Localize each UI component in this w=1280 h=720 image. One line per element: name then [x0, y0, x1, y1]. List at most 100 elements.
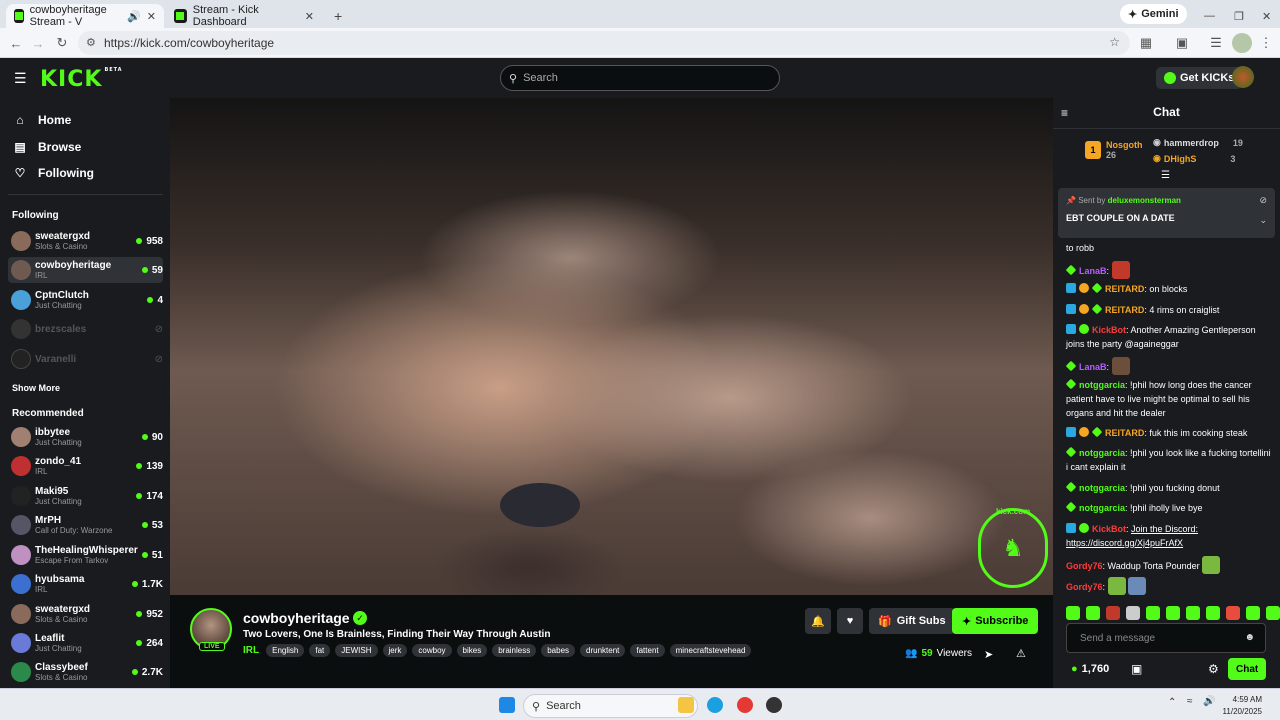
gift-subs-button[interactable]: 🎁 Gift Subs [869, 608, 955, 634]
chat-username[interactable]: LanaB [1079, 362, 1107, 372]
close-window-button[interactable]: ✕ [1254, 4, 1279, 28]
leaderboard-entry[interactable]: ◉ hammerdrop 19 [1153, 137, 1243, 148]
report-icon[interactable]: ⚠ [1016, 647, 1026, 660]
tag-chip[interactable]: jerk [382, 644, 408, 657]
chat-message-input[interactable]: Send a message ☻ [1066, 623, 1266, 653]
tag-chip[interactable]: minecraftstevehead [669, 644, 752, 657]
sidebar-channel[interactable]: Classybeef Slots & Casino 2.7K [8, 659, 163, 685]
tag-chip[interactable]: English [266, 644, 305, 657]
chat-username[interactable]: KickBot [1092, 524, 1126, 534]
bookmark-star-icon[interactable]: ☆ [1109, 35, 1120, 49]
emote-icon[interactable] [1226, 606, 1240, 620]
maximize-button[interactable]: ❐ [1226, 4, 1252, 28]
video-player[interactable]: kick.com ♞ [170, 98, 1053, 595]
chat-username[interactable]: REITARD [1105, 305, 1144, 315]
streamer-name[interactable]: cowboyheritage [243, 610, 350, 626]
channel-points[interactable]: ● 1,760 [1071, 663, 1109, 675]
hamburger-menu-icon[interactable]: ☰ [14, 70, 27, 87]
forward-icon[interactable]: → [28, 33, 48, 53]
reload-icon[interactable]: ↻ [52, 33, 72, 53]
nav-following[interactable]: ♡ Following [12, 166, 94, 180]
show-more-link[interactable]: Show More [12, 383, 60, 393]
sidebar-channel[interactable]: cowboyheritage IRL 59 [8, 257, 163, 283]
close-tab-icon[interactable]: ✕ [147, 10, 156, 23]
hide-pin-icon[interactable]: ⊘ [1259, 195, 1267, 206]
follow-heart-button[interactable]: ♥ [837, 608, 863, 634]
sidebar-channel[interactable]: sweatergxd Slots & Casino 952 [8, 601, 163, 627]
sidebar-channel[interactable]: zondo_41 IRL 139 [8, 453, 163, 479]
emoji-icon[interactable]: ☻ [1244, 632, 1255, 643]
edge-browser-icon[interactable] [707, 697, 723, 713]
taskbar-search[interactable]: ⚲ Search [523, 694, 698, 718]
sidebar-channel[interactable]: ibbytee Just Chatting 90 [8, 424, 163, 450]
category-link[interactable]: IRL [243, 645, 259, 656]
sidebar-channel[interactable]: MrPH Call of Duty: Warzone 53 [8, 512, 163, 538]
system-clock[interactable]: 4:59 AM 11/20/2025 [1222, 694, 1262, 718]
share-icon[interactable]: ➤ [984, 648, 993, 661]
sidebar-channel[interactable]: hyubsama IRL 1.7K [8, 571, 163, 597]
sidebar-channel[interactable]: brezscales ⊘ [8, 316, 163, 342]
chat-username[interactable]: REITARD [1105, 284, 1144, 294]
notification-bell-button[interactable]: 🔔 [805, 608, 831, 634]
chat-username[interactable]: Gordy76 [1066, 582, 1103, 592]
speaker-icon[interactable]: 🔊 [127, 10, 141, 23]
rewards-icon[interactable]: ▣ [1131, 662, 1142, 676]
emote-icon[interactable] [1186, 606, 1200, 620]
user-avatar[interactable] [1232, 66, 1254, 88]
chat-username[interactable]: notggarcia [1079, 380, 1125, 390]
nav-browse[interactable]: ▤ Browse [12, 140, 81, 154]
chat-username[interactable]: KickBot [1092, 325, 1126, 335]
extensions-icon[interactable]: ▦ [1136, 33, 1156, 53]
tag-chip[interactable]: bikes [456, 644, 488, 657]
app-icon[interactable] [766, 697, 782, 713]
emote-icon[interactable] [1206, 606, 1220, 620]
profile-avatar[interactable] [1232, 33, 1252, 53]
new-tab-button[interactable]: + [326, 4, 350, 28]
chevron-up-icon[interactable]: ⌃ [1168, 697, 1176, 708]
sidebar-channel[interactable]: TheHealingWhisperer Escape From Tarkov 51 [8, 542, 163, 568]
emote-icon[interactable] [1166, 606, 1180, 620]
expand-leaderboard-icon[interactable]: ☰ [1161, 170, 1170, 181]
emote-icon[interactable] [1266, 606, 1280, 620]
chevron-down-icon[interactable]: ⌄ [1259, 215, 1267, 226]
emote-icon[interactable] [1246, 606, 1260, 620]
wifi-icon[interactable]: ≈ [1187, 696, 1193, 707]
menu-icon[interactable]: ⋮ [1256, 33, 1276, 53]
sidebar-channel[interactable]: Maki95 Just Chatting 174 [8, 483, 163, 509]
tag-chip[interactable]: fat [309, 644, 331, 657]
sidebar-channel[interactable]: sweatergxd Slots & Casino 958 [8, 228, 163, 254]
windows-start-icon[interactable] [499, 697, 515, 713]
gemini-button[interactable]: ✦ Gemini [1120, 4, 1187, 24]
emote-icon[interactable] [1086, 606, 1100, 620]
nav-home[interactable]: ⌂ Home [12, 113, 71, 127]
sidebar-channel[interactable]: Varanelli ⊘ [8, 346, 163, 372]
subscribe-button[interactable]: ✦ Subscribe [952, 608, 1039, 634]
get-kicks-button[interactable]: Get KICKs [1156, 67, 1243, 89]
back-icon[interactable]: ← [6, 33, 26, 53]
site-info-icon[interactable]: ⚙ [86, 36, 96, 49]
media-icon[interactable]: ☰ [1206, 33, 1226, 53]
leaderboard-entry[interactable]: 1 Nosgoth 26 [1085, 140, 1143, 160]
url-field[interactable]: ⚙ https://kick.com/cowboyheritage ☆ [78, 31, 1130, 55]
pinned-message[interactable]: 📌 Sent by deluxemonsterman EBT COUPLE ON… [1058, 188, 1275, 238]
chat-username[interactable]: notggarcia [1079, 448, 1125, 458]
emote-icon[interactable] [1066, 606, 1080, 620]
emote-icon[interactable] [1106, 606, 1120, 620]
tag-chip[interactable]: JEWISH [335, 644, 378, 657]
emote-icon[interactable] [1126, 606, 1140, 620]
chat-username[interactable]: REITARD [1105, 428, 1144, 438]
kick-logo[interactable]: KICK BETA [40, 67, 123, 92]
close-tab-icon[interactable]: ✕ [305, 10, 314, 23]
tab-kick-dashboard[interactable]: Stream - Kick Dashboard ✕ [166, 4, 322, 28]
tag-chip[interactable]: cowboy [412, 644, 452, 657]
sidebar-channel[interactable]: Leaflit Just Chatting 264 [8, 630, 163, 656]
chat-username[interactable]: notggarcia [1079, 503, 1125, 513]
volume-icon[interactable]: 🔊 [1203, 696, 1215, 707]
chat-username[interactable]: notggarcia [1079, 483, 1125, 493]
chat-username[interactable]: Gordy76 [1066, 561, 1103, 571]
cast-icon[interactable]: ▣ [1172, 33, 1192, 53]
minimize-button[interactable]: — [1196, 4, 1223, 28]
file-explorer-icon[interactable] [678, 697, 694, 713]
emote-icon[interactable] [1146, 606, 1160, 620]
leaderboard-entry[interactable]: ◉ DHighS 3 [1153, 153, 1235, 164]
